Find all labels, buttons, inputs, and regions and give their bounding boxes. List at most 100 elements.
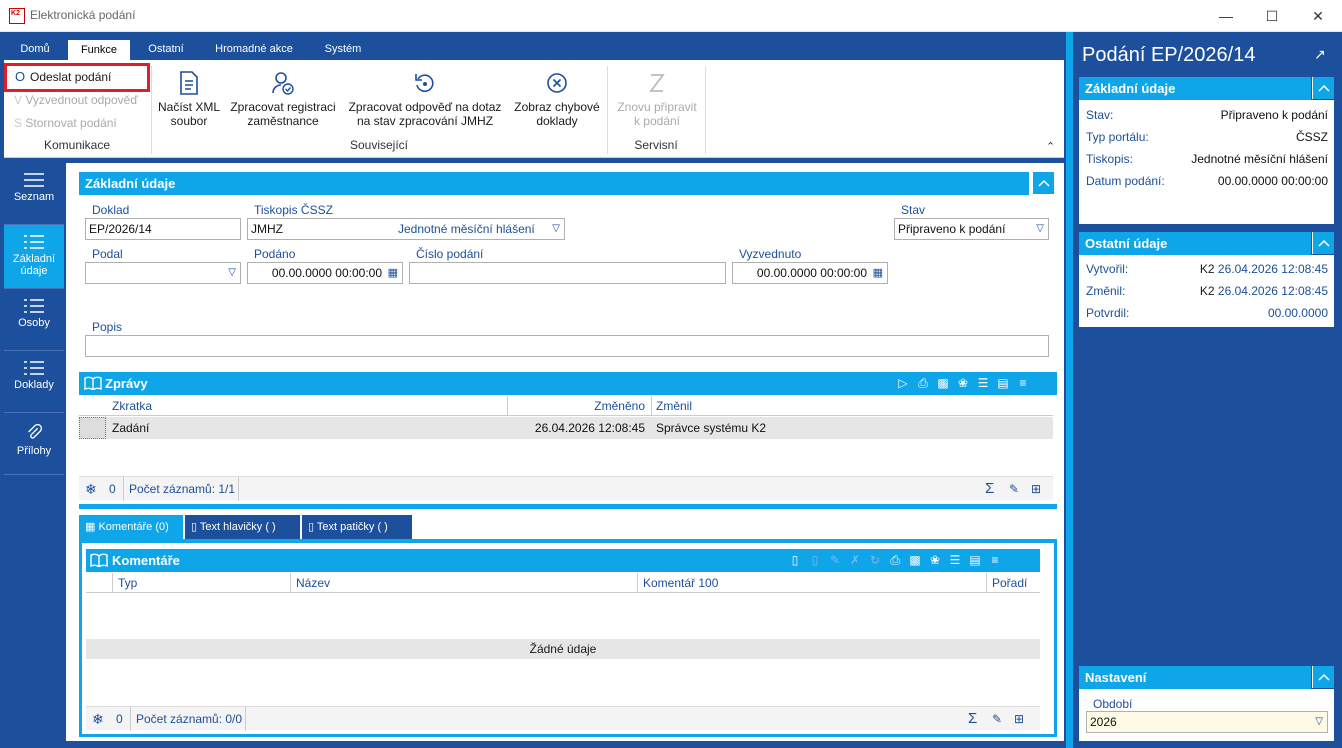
horizontal-splitter[interactable] [79, 504, 1057, 509]
collapse-side-other-icon[interactable] [1312, 232, 1334, 254]
columns-icon[interactable]: ☰ [946, 551, 964, 569]
col-zmenil[interactable]: Změnil [656, 396, 692, 416]
vyzvednuto-field[interactable]: 00.00.0000 00:00:00 ▦ [732, 262, 888, 284]
table-row[interactable]: Zadání 26.04.2026 12:08:45 Správce systé… [79, 417, 1053, 439]
tab-hromadne-akce[interactable]: Hromadné akce [204, 38, 304, 60]
chart-icon[interactable]: ▩ [906, 551, 924, 569]
tab-ostatni[interactable]: Ostatní [138, 38, 194, 60]
col-divider [290, 573, 291, 593]
filter-icon[interactable]: ❀ [954, 374, 972, 392]
document-icon: ▯ [308, 521, 315, 533]
sum-icon[interactable]: Σ [968, 707, 977, 731]
process-registration-button[interactable]: Zpracovat registraci zaměstnance [228, 70, 338, 128]
podano-label: Podáno [254, 247, 296, 261]
nav-item-doklady[interactable]: Doklady [4, 351, 64, 413]
tiskopis-field[interactable]: JMHZ Jednotné měsíční hlášení ▽ [247, 218, 565, 240]
cislo-field[interactable] [409, 262, 726, 284]
calendar-icon[interactable]: ▦ [873, 263, 883, 283]
col-zkratka[interactable]: Zkratka [112, 396, 152, 416]
add-record-icon[interactable]: ⊞ [1031, 477, 1041, 501]
calendar-icon[interactable]: ▦ [388, 263, 398, 283]
snowflake-icon[interactable]: ❄ [85, 477, 97, 501]
collapse-side-basic-icon[interactable] [1312, 77, 1334, 99]
chevron-down-icon[interactable]: ▽ [552, 219, 560, 239]
nav-item-zakladni-udaje[interactable]: Základní údaje [4, 225, 64, 289]
close-button[interactable]: ✕ [1295, 0, 1341, 32]
side-settings-header: Nastavení [1079, 666, 1311, 689]
menu-icon[interactable]: ≡ [1014, 374, 1032, 392]
panel-splitter[interactable] [1066, 32, 1073, 748]
show-error-docs-button[interactable]: Zobraz chybové doklady [512, 70, 602, 128]
tab-domu[interactable]: Domů [10, 38, 60, 60]
export-icon[interactable]: ▤ [994, 374, 1012, 392]
filter-icon[interactable]: ❀ [926, 551, 944, 569]
cancel-submission-button[interactable]: S Stornovat podání [14, 114, 117, 132]
tiskopis-label: Tiskopis ČSSZ [254, 203, 333, 217]
tab-text-hlavicky[interactable]: ▯ Text hlavičky ( ) [185, 515, 300, 539]
col-zmeneno[interactable]: Změněno [509, 396, 645, 416]
edit-icon[interactable]: ✎ [826, 551, 844, 569]
export-icon[interactable]: ▤ [966, 551, 984, 569]
menu-icon[interactable]: ≡ [986, 551, 1004, 569]
doklad-field[interactable]: EP/2026/14 [85, 218, 241, 240]
minimize-button[interactable]: — [1203, 0, 1249, 32]
podano-field[interactable]: 00.00.0000 00:00:00 ▦ [247, 262, 403, 284]
ribbon-separator [705, 66, 706, 154]
chart-icon[interactable]: ▩ [934, 374, 952, 392]
add-record-icon[interactable]: ⊞ [1014, 707, 1024, 731]
delete-icon[interactable]: ✗ [846, 551, 864, 569]
play-icon[interactable]: ▷ [894, 374, 912, 392]
side-row-tiskopis: Tiskopis: Jednotné měsíční hlášení [1086, 148, 1328, 170]
snowflake-icon[interactable]: ❄ [92, 707, 104, 731]
columns-icon[interactable]: ☰ [974, 374, 992, 392]
print-icon[interactable]: ⎙ [886, 551, 904, 569]
list-icon [24, 361, 44, 375]
popis-label: Popis [92, 320, 123, 334]
cell-zmeneno: 26.04.2026 12:08:45 [534, 421, 645, 435]
edit-icon[interactable]: ✎ [1009, 477, 1019, 501]
print-icon[interactable]: ⎙ [914, 374, 932, 392]
error-circle-icon [547, 73, 567, 93]
nav-item-seznam[interactable]: Seznam [4, 163, 64, 225]
collapse-basic-icon[interactable] [1032, 172, 1054, 194]
collapse-ribbon-icon[interactable]: ⌃ [1046, 140, 1055, 153]
tab-funkce[interactable]: Funkce [68, 40, 130, 60]
col-poradi[interactable]: Pořadí [992, 573, 1027, 593]
sum-icon[interactable]: Σ [985, 477, 994, 501]
tab-komentare[interactable]: ▦ Komentáře (0) [79, 515, 183, 539]
app-logo: K2 [9, 8, 25, 24]
chevron-down-icon[interactable]: ▽ [228, 263, 236, 283]
nav-item-prilohy[interactable]: Přílohy [4, 413, 64, 475]
reprepare-button[interactable]: Znovu připravit k podání [612, 70, 702, 128]
tab-system[interactable]: Systém [314, 38, 372, 60]
tab-text-paticky[interactable]: ▯ Text patičky ( ) [302, 515, 412, 539]
col-nazev[interactable]: Název [296, 573, 330, 593]
podal-field[interactable]: ▽ [85, 262, 241, 284]
process-response-button[interactable]: Zpracovat odpověď na dotaz na stav zprac… [344, 70, 506, 128]
col-komentar[interactable]: Komentář 100 [643, 573, 718, 593]
copy-icon[interactable]: ▯ [806, 551, 824, 569]
side-key: Stav: [1086, 108, 1114, 122]
send-submission-button[interactable]: O Odeslat podání [4, 63, 150, 92]
pickup-response-button[interactable]: V Vyzvednout odpověď [14, 91, 138, 109]
stav-field[interactable]: Připraveno k podání ▽ [894, 218, 1049, 240]
new-document-icon[interactable]: ▯ [786, 551, 804, 569]
popis-field[interactable] [85, 335, 1049, 357]
collapse-side-settings-icon[interactable] [1312, 666, 1334, 688]
col-typ[interactable]: Typ [118, 573, 137, 593]
chevron-down-icon[interactable]: ▽ [1036, 219, 1044, 239]
load-xml-button[interactable]: Načíst XML soubor [156, 70, 222, 128]
open-external-icon[interactable]: ↗ [1314, 46, 1326, 63]
row-selector[interactable] [79, 417, 106, 439]
maximize-button[interactable]: ☐ [1249, 0, 1295, 32]
period-select[interactable]: 2026 ▽ [1086, 711, 1328, 733]
refresh-icon[interactable]: ↻ [866, 551, 884, 569]
side-key: Typ portálu: [1086, 130, 1149, 144]
empty-state: Žádné údaje [86, 639, 1040, 659]
nav-item-osoby[interactable]: Osoby [4, 289, 64, 351]
cislo-label: Číslo podání [416, 247, 484, 261]
chevron-down-icon[interactable]: ▽ [1315, 712, 1323, 732]
created-date: 26.04.2026 12:08:45 [1217, 262, 1328, 276]
edit-icon[interactable]: ✎ [992, 707, 1002, 731]
side-key: Vytvořil: [1086, 262, 1129, 276]
